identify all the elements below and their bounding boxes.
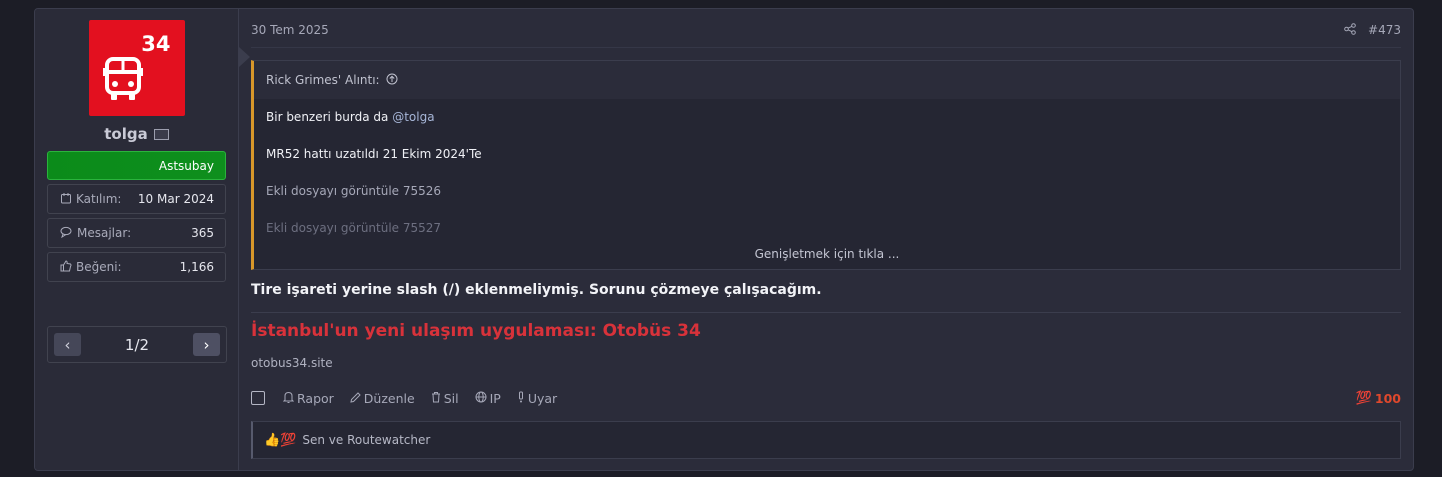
user-sidebar: 34 tolga Astsubay Katılım: 10 Mar 2024 M… (35, 9, 239, 470)
rank-badge: Astsubay (47, 151, 226, 180)
pager-label: 1/2 (124, 335, 150, 354)
bell-icon (282, 391, 295, 406)
globe-icon (475, 391, 487, 406)
arrow-up-circle-icon[interactable] (386, 73, 398, 88)
reactions-bar[interactable]: 👍💯 Sen ve Routewatcher (251, 421, 1401, 459)
signature-divider (251, 312, 1401, 313)
post-container: 34 tolga Astsubay Katılım: 10 Mar 2024 M… (34, 8, 1414, 471)
exclamation-icon (517, 391, 525, 406)
ip-button[interactable]: IP (475, 391, 501, 406)
stat-label: Mesajlar: (77, 226, 132, 240)
report-button[interactable]: Rapor (282, 391, 334, 406)
post-body: Tire işareti yerine slash (/) eklenmeliy… (251, 282, 822, 298)
mail-icon[interactable] (153, 128, 169, 140)
quote-text: MR52 hattı uzatıldı 21 Ekim 2024'Te (266, 147, 482, 161)
post-number[interactable]: #473 (1368, 23, 1401, 37)
stat-value: 365 (191, 226, 214, 240)
chevron-right-icon: › (203, 335, 210, 354)
stat-value: 1,166 (179, 260, 214, 274)
warn-button[interactable]: Uyar (517, 391, 557, 406)
thumbs-up-icon (60, 259, 72, 275)
delete-button[interactable]: Sil (431, 391, 459, 406)
share-icon[interactable] (1344, 22, 1356, 38)
messages-icon (60, 226, 73, 241)
edit-button[interactable]: Düzenle (350, 391, 415, 406)
calendar-icon (60, 192, 72, 207)
post-header: 30 Tem 2025 #473 (251, 21, 1401, 39)
divider (251, 47, 1401, 48)
attachment-link[interactable]: Ekli dosyayı görüntüle 75526 (266, 182, 1388, 219)
hundred-emoji-icon: 💯 (1355, 390, 1372, 406)
prev-button[interactable]: ‹ (54, 333, 81, 356)
stat-label: Beğeni: (76, 260, 122, 274)
next-button[interactable]: › (192, 333, 220, 356)
post-actions: Rapor Düzenle Sil IP Uyar 💯 100 (251, 389, 1401, 407)
stat-value: 10 Mar 2024 (137, 192, 214, 206)
quote-block: Rick Grimes' Alıntı: Bir benzeri burda d… (251, 60, 1401, 270)
thumbs-up-emoji-icon: 👍💯 (264, 432, 297, 448)
signature-title: İstanbul'un yeni ulaşım uygulaması: Otob… (251, 321, 701, 341)
stat-likes: Beğeni: 1,166 (47, 252, 226, 282)
username[interactable]: tolga (104, 125, 147, 143)
reactions-text: Sen ve Routewatcher (302, 433, 431, 447)
post-date[interactable]: 30 Tem 2025 (251, 23, 329, 37)
trash-icon (431, 391, 441, 406)
stat-joined: Katılım: 10 Mar 2024 (47, 184, 226, 214)
avatar-number: 34 (141, 32, 171, 56)
chevron-left-icon: ‹ (64, 335, 71, 354)
avatar[interactable]: 34 (88, 20, 185, 116)
signature-url[interactable]: otobus34.site (251, 356, 1401, 370)
stat-messages: Mesajlar: 365 (47, 218, 226, 248)
reaction-score[interactable]: 💯 100 (1356, 391, 1401, 406)
post-main: 30 Tem 2025 #473 Rick Grimes' Alıntı: Bi… (239, 9, 1413, 470)
mention-link[interactable]: @tolga (392, 110, 434, 124)
bus-icon (102, 57, 143, 100)
quote-text: Bir benzeri burda da (266, 110, 393, 124)
quote-expand-link[interactable]: Genişletmek için tıkla ... (254, 233, 1400, 269)
stat-label: Katılım: (76, 192, 122, 206)
select-checkbox[interactable] (251, 391, 265, 405)
pencil-icon (350, 391, 361, 406)
avatar-pager: ‹ 1/2 › (47, 326, 227, 363)
quote-header[interactable]: Rick Grimes' Alıntı: (254, 61, 1400, 99)
username-row: tolga (47, 125, 226, 143)
quote-author: Rick Grimes' Alıntı: (266, 73, 380, 87)
